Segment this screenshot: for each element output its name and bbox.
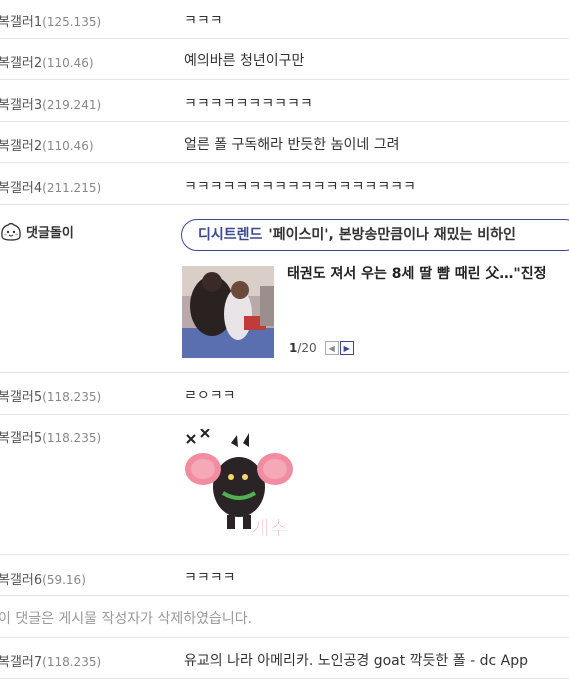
pager-total: /20 <box>297 341 317 355</box>
pager-current: 1 <box>289 341 298 355</box>
comment-text: 얼른 폴 구독해라 반듯한 놈이네 그려 <box>184 137 400 153</box>
comment-text: ㅋㅋㅋㅋ <box>184 570 236 586</box>
comment-text: ㅋㅋㅋ <box>184 13 223 29</box>
comment-ip: (110.46) <box>42 56 94 70</box>
news-pager: 1/20 ◀ ▶ <box>289 341 354 355</box>
deleted-comment-row: 이 댓글은 게시물 작성자가 삭제하였습니다. <box>0 596 569 638</box>
cheer-sticker-image: 개추 <box>185 429 293 540</box>
comment-author[interactable]: 복갤러5(118.235) <box>0 427 101 446</box>
comment-row: 복갤러4(211.215) ㅋㅋㅋㅋㅋㅋㅋㅋㅋㅋㅋㅋㅋㅋㅋㅋㅋㅋ <box>0 163 569 205</box>
comment-row: 복갤러3(219.241) ㅋㅋㅋㅋㅋㅋㅋㅋㅋㅋ <box>0 80 569 122</box>
news-thumbnail-image <box>182 266 274 358</box>
comment-text: ㄹㅇㅋㅋ <box>184 388 236 404</box>
comment-author[interactable]: 복갤러1(125.135) <box>0 11 101 30</box>
comment-author[interactable]: 복갤러5(118.235) <box>0 386 101 405</box>
bot-name: 댓글돌이 <box>26 225 74 241</box>
comment-row: 복갤러7(118.235) 유교의 나라 아메리카. 노인공경 goat 깍듯한… <box>0 638 569 679</box>
comment-row: 복갤러5(118.235) ㄹㅇㅋㅋ <box>0 373 569 415</box>
deleted-notice: 이 댓글은 게시물 작성자가 삭제하였습니다. <box>0 611 253 627</box>
comment-text: ㅋㅋㅋㅋㅋㅋㅋㅋㅋㅋㅋㅋㅋㅋㅋㅋㅋㅋ <box>184 179 416 195</box>
bot-author: 댓글돌이 <box>0 221 74 241</box>
comment-row: 복갤러6(59.16) ㅋㅋㅋㅋ <box>0 555 569 596</box>
comment-author[interactable]: 복갤러7(118.235) <box>0 651 101 670</box>
comment-text: ㅋㅋㅋㅋㅋㅋㅋㅋㅋㅋ <box>184 96 313 112</box>
comment-ip: (211.215) <box>42 181 102 195</box>
news-title-link[interactable]: 태권도 져서 우는 8세 딸 뺨 때린 父…"진정 <box>287 263 546 283</box>
comment-row: 복갤러5(118.235) 개추 <box>0 415 569 555</box>
trend-headline-link[interactable]: 디시트렌드 '페이스미', 본방송만큼이나 재밌는 비하인 <box>181 219 569 251</box>
comment-author[interactable]: 복갤러3(219.241) <box>0 94 101 113</box>
comment-ip: (118.235) <box>42 655 102 669</box>
comment-row: 복갤러1(125.135) ㅋㅋㅋ <box>0 0 569 39</box>
comment-author[interactable]: 복갤러2(110.46) <box>0 52 94 71</box>
comment-text: 유교의 나라 아메리카. 노인공경 goat 깍듯한 폴 - dc App <box>184 653 528 669</box>
comment-row: 복갤러2(110.46) 얼른 폴 구독해라 반듯한 놈이네 그려 <box>0 122 569 163</box>
comment-author[interactable]: 복갤러2(110.46) <box>0 135 94 154</box>
pager-prev-button[interactable]: ◀ <box>324 341 339 355</box>
comment-ip: (118.235) <box>42 390 102 404</box>
trend-headline: '페이스미', 본방송만큼이나 재밌는 비하인 <box>268 227 516 243</box>
bot-avatar-icon <box>1 222 21 241</box>
sticker-caption: 개추 <box>251 516 288 540</box>
comment-ip: (125.135) <box>42 15 102 29</box>
pager-next-button[interactable]: ▶ <box>339 341 354 355</box>
news-thumbnail[interactable] <box>182 266 274 358</box>
comment-author[interactable]: 복갤러6(59.16) <box>0 569 86 588</box>
comment-author[interactable]: 복갤러4(211.215) <box>0 177 101 196</box>
trend-source: 디시트렌드 <box>198 227 263 243</box>
bot-comment-row: 댓글돌이 디시트렌드 '페이스미', 본방송만큼이나 재밌는 비하인 태권도 져서… <box>0 205 569 373</box>
comment-ip: (59.16) <box>42 573 86 587</box>
comment-text: 예의바른 청년이구만 <box>184 53 305 69</box>
comment-ip: (219.241) <box>42 98 102 112</box>
comment-ip: (118.235) <box>42 431 102 445</box>
comment-row: 복갤러2(110.46) 예의바른 청년이구만 <box>0 39 569 80</box>
comment-ip: (110.46) <box>42 139 94 153</box>
